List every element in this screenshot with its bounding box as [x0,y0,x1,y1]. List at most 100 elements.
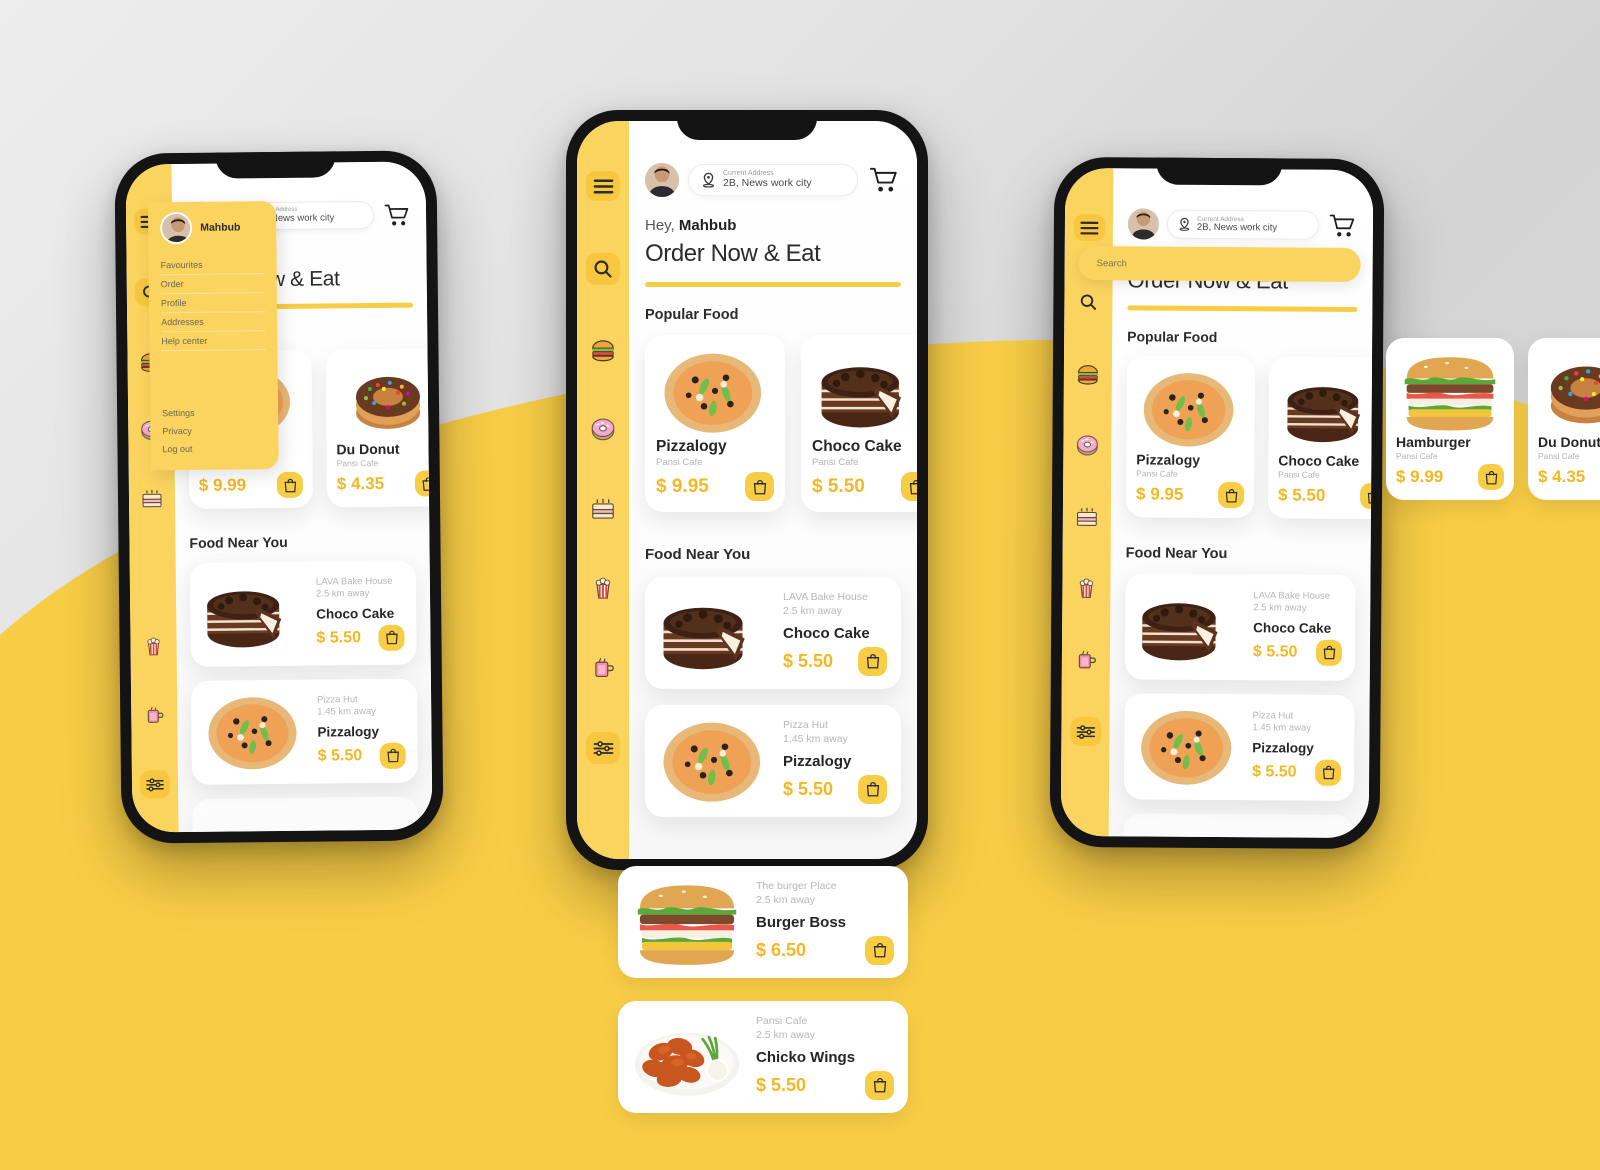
right-near-list[interactable]: LAVA Bake House 2.5 km away Choco Cake $… [1123,573,1356,839]
section-popular-title: Popular Food [1127,328,1218,345]
add-to-bag-button[interactable] [858,774,887,804]
middle-popular-row[interactable]: Pizzalogy Pansi Cafe $ 9.95 Choco Cake P… [645,335,917,512]
add-to-bag-button[interactable] [1217,482,1245,509]
side-drawer-menu[interactable]: Mahbub Favourites Order Profile Addresse… [147,201,279,471]
add-to-bag-button[interactable] [379,742,406,769]
near-price: $ 5.50 [317,746,363,765]
right-topbar: Current Address 2B, News work city [1127,208,1358,241]
drawer-footer-items[interactable]: Settings Privacy Log out [162,403,267,458]
near-card[interactable]: Pizza Hut 1.45 km away Pizzalogy $ 5.50 [190,678,418,785]
popular-card[interactable]: Pizzalogy Pansi Cafe $ 9.95 [645,335,785,512]
filter-icon[interactable] [586,732,620,764]
drawer-user[interactable]: Mahbub [160,211,264,245]
add-to-bag-button[interactable] [745,472,774,501]
drink-icon[interactable] [588,653,618,680]
add-to-bag-button[interactable] [414,470,433,497]
drink-icon[interactable] [1072,646,1099,671]
cart-icon[interactable] [867,163,901,197]
popular-card[interactable]: Choco Cake Pansi Cafe $ 5.50 [1267,356,1374,520]
drawer-avatar[interactable] [160,211,193,245]
near-price: $ 5.50 [783,778,834,799]
popular-price: $ 5.50 [1277,485,1326,505]
search-icon[interactable] [1073,287,1104,316]
middle-greeting: Hey, Mahbub [645,217,901,234]
add-to-bag-button[interactable] [1478,464,1504,490]
cake-icon[interactable] [1073,504,1100,529]
menu-icon[interactable] [1073,213,1105,242]
donut-icon[interactable] [1074,433,1101,458]
near-name: Chicko Wings [756,1048,856,1066]
drawer-item-addresses[interactable]: Addresses [161,312,266,333]
near-card-overflow-burger[interactable]: The burger Place 2.5 km away Burger Boss… [618,866,908,978]
search-input[interactable]: Search [1097,258,1127,269]
popcorn-icon[interactable] [588,574,618,601]
near-card[interactable]: LAVA Bake House 2.5 km away Choco Cake $… [189,560,417,667]
popular-name: Du Donut [1538,434,1600,450]
search-bar[interactable]: Search [1078,246,1361,282]
middle-near-list[interactable]: LAVA Bake House 2.5 km away Choco Cake $… [645,577,901,817]
near-card[interactable]: LAVA Bake House 2.5 km away Choco Cake $… [1124,573,1356,681]
search-icon[interactable] [586,253,620,285]
drawer-item-order[interactable]: Order [160,274,265,295]
left-near-list[interactable]: LAVA Bake House 2.5 km away Choco Cake $… [189,560,420,833]
near-card[interactable]: Pizza Hut 1.45 km away Pizzalogy $ 5.50 [1123,693,1355,801]
popular-card[interactable]: Pizzalogy Pansi Cafe $ 9.95 [1125,355,1256,519]
add-to-bag-button[interactable] [1315,759,1342,786]
drawer-item-log-out[interactable]: Log out [162,439,266,458]
add-to-bag-button[interactable] [1315,639,1343,666]
add-to-bag-button[interactable] [865,935,894,965]
cake-icon[interactable] [139,486,165,510]
near-price: $ 5.50 [783,650,834,671]
drawer-items[interactable]: Favourites Order Profile Addresses Help … [160,255,266,352]
right-popular-row[interactable]: Pizzalogy Pansi Cafe $ 9.95 Choco Cake P… [1125,355,1374,520]
near-name: Choco Cake [1253,619,1332,636]
avatar[interactable] [1127,208,1160,240]
avatar[interactable] [645,163,679,197]
donut-icon[interactable] [588,416,618,443]
near-distance: 2.5 km away [1253,601,1307,614]
cart-icon[interactable] [382,200,412,230]
near-shop: The burger Place [756,879,837,892]
popular-card-donut-floating[interactable]: Du Donut Pansi Cafe $ 4.35 [1528,338,1600,500]
filter-icon[interactable] [1069,716,1102,747]
burger-icon[interactable] [588,337,618,364]
popular-card[interactable]: Du Donut Pansi Cafe $ 4.35 [325,348,433,508]
middle-topbar: Current Address 2B, News work city [645,163,901,197]
add-to-bag-button[interactable] [858,646,887,676]
popular-price: $ 4.35 [1538,467,1586,486]
drawer-item-settings[interactable]: Settings [162,403,266,422]
popcorn-icon[interactable] [1073,575,1100,600]
drawer-item-help-center[interactable]: Help center [161,331,266,352]
phone-right: Current Address 2B, News work city Order… [1049,156,1385,850]
near-shop: Pizza Hut [783,718,828,731]
address-box[interactable]: Current Address 2B, News work city [688,164,858,196]
add-to-bag-button[interactable] [901,472,917,501]
section-popular-title: Popular Food [645,307,739,323]
add-to-bag-button[interactable] [865,1070,894,1100]
drawer-item-favourites[interactable]: Favourites [160,255,265,276]
add-to-bag-button[interactable] [276,471,304,499]
near-card[interactable]: Pizza Hut 1.45 km away Pizzalogy $ 5.50 [645,705,901,817]
near-price: $ 5.50 [1252,642,1298,661]
address-box[interactable]: Current Address 2B, News work city [1166,209,1320,240]
popular-price: $ 9.99 [198,475,247,495]
menu-icon[interactable] [586,171,620,201]
popcorn-icon[interactable] [140,634,166,658]
drawer-item-profile[interactable]: Profile [160,293,266,314]
near-card-overflow-wings[interactable]: Pansi Cafe 2.5 km away Chicko Wings $ 5.… [618,1001,908,1113]
burger-icon[interactable] [1074,362,1101,387]
drawer-item-privacy[interactable]: Privacy [162,421,266,440]
address-value: 2B, News work city [1196,221,1278,234]
near-card[interactable] [1123,813,1354,839]
cart-icon[interactable] [1327,210,1358,241]
filter-icon[interactable] [139,770,171,799]
popular-card-hamburger-floating[interactable]: Hamburger Pansi Cafe $ 9.99 [1386,338,1514,500]
popular-card[interactable]: Choco Cake Pansi Cafe $ 5.50 [801,335,917,512]
page-title: Order Now & Eat [645,240,821,267]
near-card[interactable] [192,796,420,833]
drink-icon[interactable] [141,702,167,726]
add-to-bag-button[interactable] [1359,482,1374,510]
cake-icon[interactable] [588,495,618,522]
near-card[interactable]: LAVA Bake House 2.5 km away Choco Cake $… [645,577,901,689]
add-to-bag-button[interactable] [378,624,405,651]
